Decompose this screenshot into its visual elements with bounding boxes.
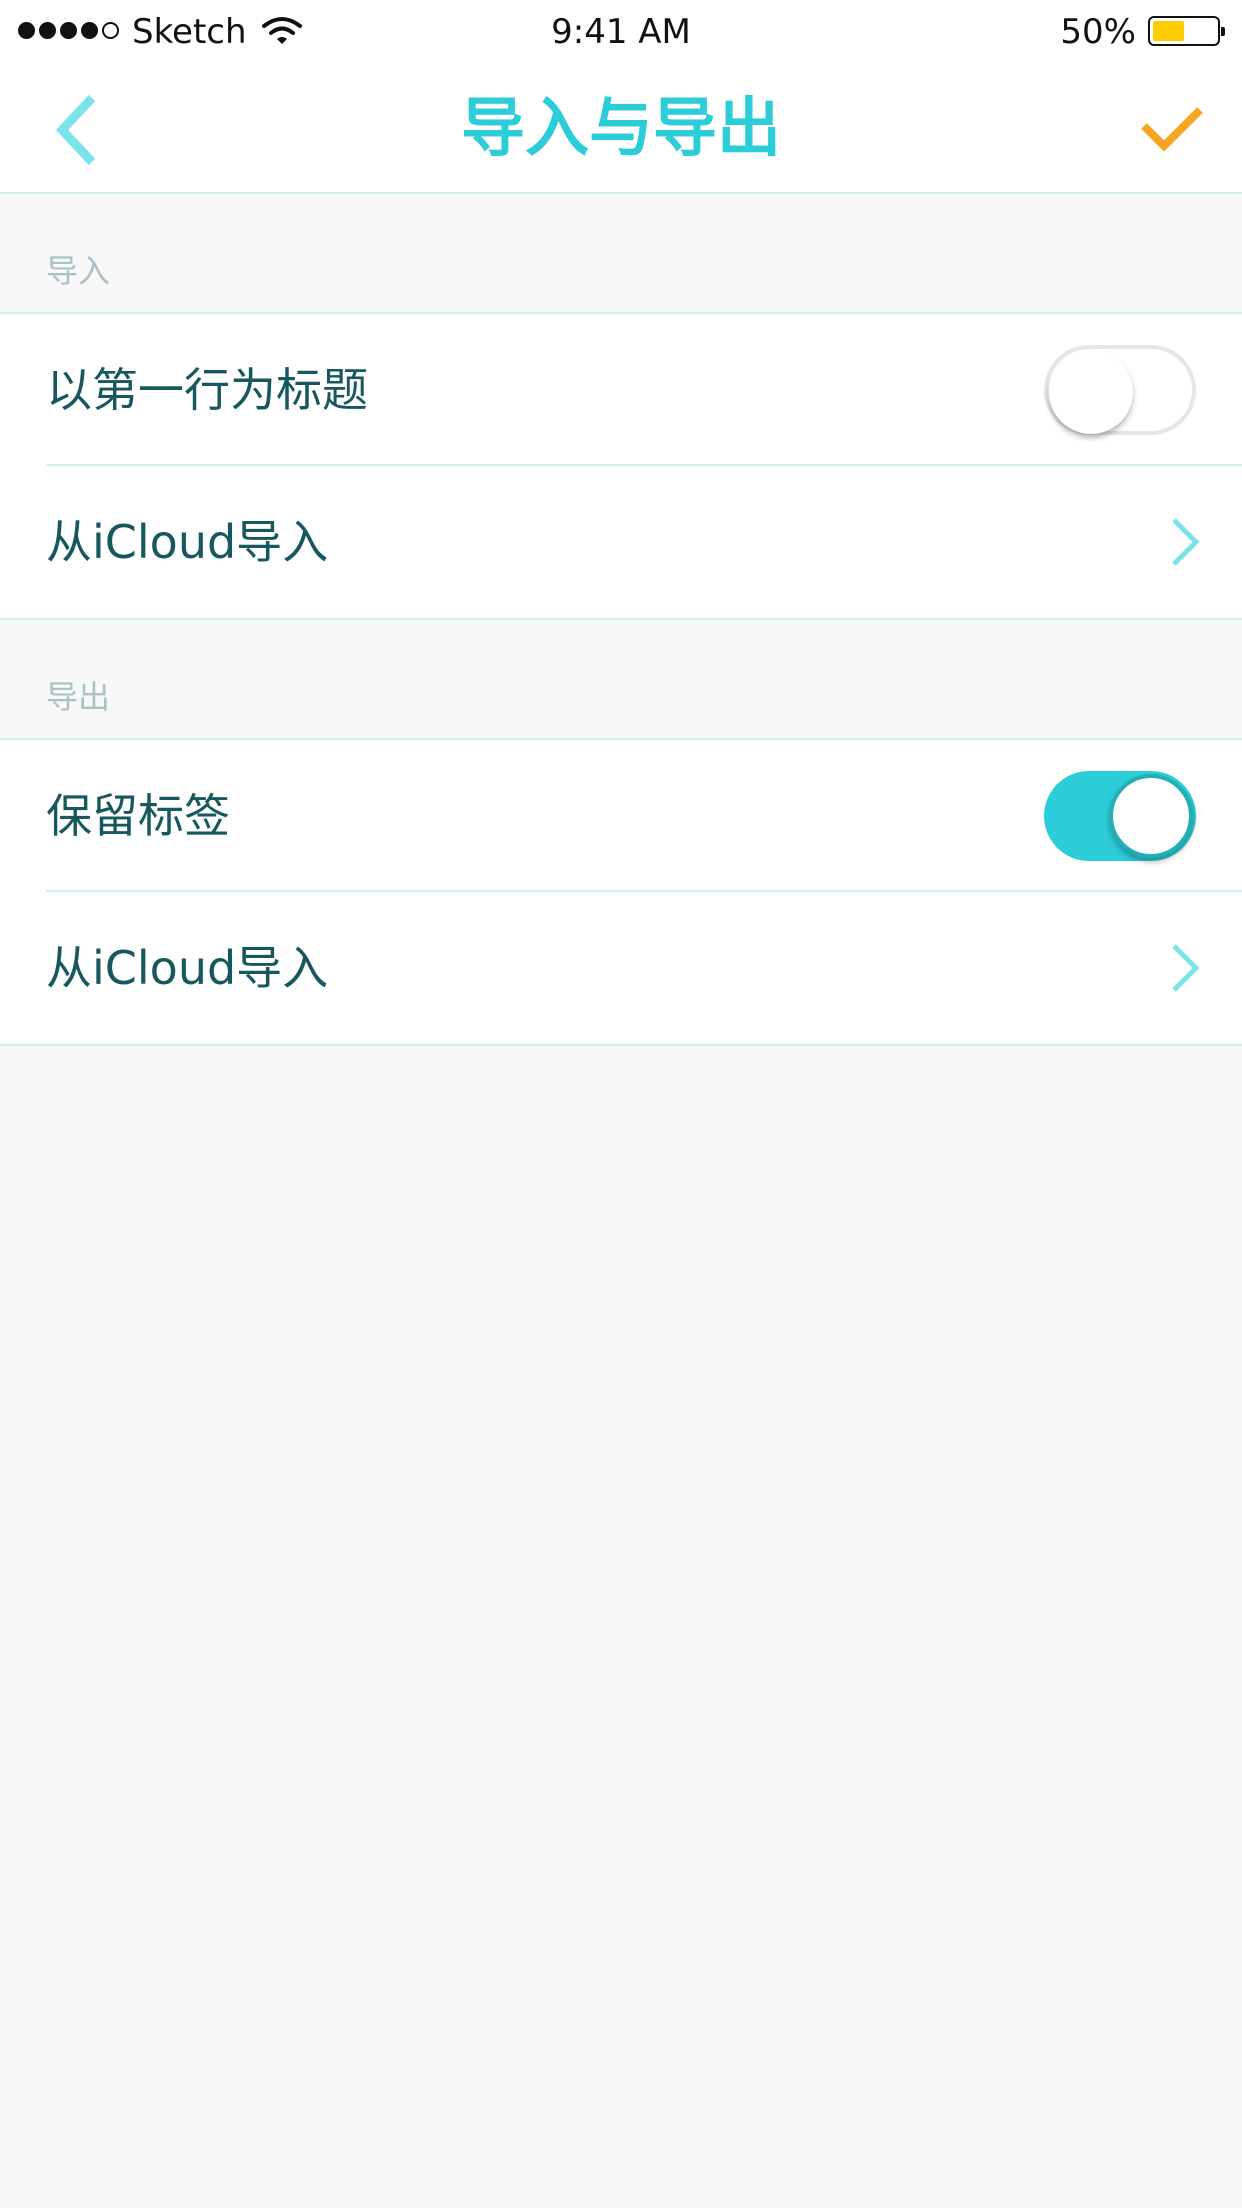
row-keep-tags[interactable]: 保留标签 [0,740,1242,892]
settings-screen: Sketch 9:41 AM 50% 导入与导出 导入 以第一行为标题 从iCl… [0,0,1242,2208]
page-title: 导入与导出 [461,92,781,166]
navigation-bar: 导入与导出 [0,66,1242,194]
confirm-button[interactable] [1138,96,1206,164]
status-time: 9:41 AM [551,12,691,52]
import-group: 以第一行为标题 从iCloud导入 [0,314,1242,620]
row-first-line-as-title[interactable]: 以第一行为标题 [0,314,1242,466]
checkmark-icon [1141,107,1203,152]
row-import-from-icloud[interactable]: 从iCloud导入 [0,892,1242,1044]
battery-level [1153,21,1184,41]
section-header-export: 导出 [0,620,1242,740]
first-line-title-toggle[interactable] [1044,345,1196,435]
row-import-from-icloud[interactable]: 从iCloud导入 [0,466,1242,618]
battery-percent: 50% [1060,12,1136,52]
toggle-knob [1109,774,1193,858]
toggle-knob [1049,350,1133,434]
export-group: 保留标签 从iCloud导入 [0,740,1242,1046]
chevron-right-icon [1172,518,1200,566]
row-label: 从iCloud导入 [46,941,329,995]
section-title-import: 导入 [46,252,111,290]
status-bar: Sketch 9:41 AM 50% [0,0,1242,66]
row-label: 从iCloud导入 [46,515,329,569]
battery-icon [1148,16,1225,46]
chevron-right-icon [1172,944,1200,992]
row-label: 以第一行为标题 [46,363,368,417]
section-header-import: 导入 [0,194,1242,314]
section-title-export: 导出 [46,678,111,716]
row-label: 保留标签 [46,789,230,843]
keep-tags-toggle[interactable] [1044,771,1196,861]
